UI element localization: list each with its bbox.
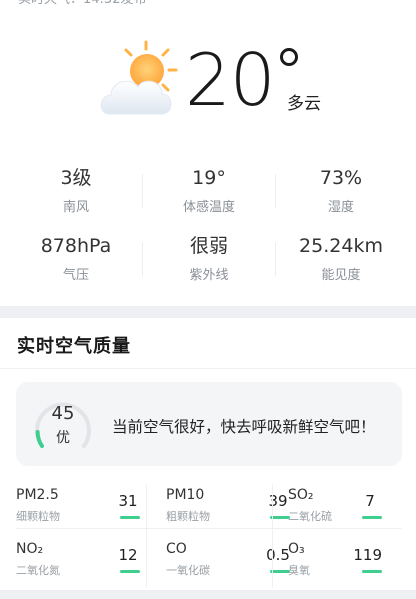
pollutant-value: 39 [268,492,288,510]
pollutant-desc: 一氧化碳 [166,564,210,577]
metric-humidity: 73% 湿度 [272,166,410,215]
pollutant-name: NO₂ [16,541,44,557]
aqi-value: 45 [51,403,75,424]
pollutant-value: 12 [118,546,138,564]
pollutant-value: 119 [353,546,382,564]
metric-label: 体感温度 [182,200,235,215]
metric-value: 878hPa [40,235,112,257]
divider [142,242,143,276]
metric-value: 19° [192,167,226,189]
divider [142,174,143,208]
pollutant-desc: 臭氧 [288,564,310,577]
pollutant-desc: 细颗粒物 [16,510,60,523]
pollutant-level-bar [270,570,290,573]
divider [272,484,273,588]
publish-time: 实时天气：14:32发布 [18,0,146,8]
metric-label: 南风 [62,200,89,215]
air-quality-title: 实时空气质量 [17,336,131,357]
divider [0,368,416,369]
metric-label: 能见度 [321,268,361,283]
pollutant-name: SO₂ [288,487,314,503]
metric-value: 25.24km [299,235,383,257]
pollutant-name: O₃ [288,541,305,557]
pollutant-desc: 二氧化硫 [288,510,332,523]
current-condition: 多云 [287,94,321,114]
pollutant-desc: 粗颗粒物 [166,510,210,523]
metric-uv: 很弱 紫外线 [140,234,278,283]
pollutant-so2: SO₂ 二氧化硫 7 [288,486,382,542]
metric-value: 73% [319,167,363,189]
metric-wind: 3级 南风 [7,166,145,215]
pollutant-level-bar [362,516,382,519]
metric-label: 紫外线 [189,268,229,283]
divider [275,174,276,208]
current-temperature: 20 [185,38,276,122]
pollutant-value: 7 [365,492,375,510]
metric-value: 很弱 [189,235,228,257]
pollutant-name: PM10 [166,487,205,503]
pollutant-o3: O₃ 臭氧 119 [288,540,382,596]
metric-pressure: 878hPa 气压 [7,234,145,283]
pollutant-level-bar [270,516,290,519]
pollutant-name: PM2.5 [16,487,59,503]
pollutant-value: 0.5 [266,546,290,564]
pollutant-no2: NO₂ 二氧化氮 12 [16,540,140,596]
pollutant-value: 31 [118,492,138,510]
metric-value: 3级 [60,167,92,189]
metric-visibility: 25.24km 能见度 [272,234,410,283]
metric-label: 湿度 [327,200,354,215]
air-quality-card[interactable]: 实时空气质量 45 优 当前空气很好，快去呼吸新鲜空气吧！ PM2.5 细颗粒物… [0,318,416,590]
metric-feels-like: 19° 体感温度 [140,166,278,215]
aqi-summary[interactable]: 45 优 当前空气很好，快去呼吸新鲜空气吧！ [16,382,402,466]
pollutant-level-bar [120,570,140,573]
pollutant-pm25: PM2.5 细颗粒物 31 [16,486,140,542]
degree-symbol [280,48,298,66]
metric-label: 气压 [62,268,89,283]
current-weather-card: 实时天气：14:32发布 [0,0,416,306]
divider [146,484,147,588]
pollutant-name: CO [166,541,187,557]
divider [16,528,402,529]
pollutant-level-bar [120,516,140,519]
partly-cloudy-icon [100,40,178,115]
air-quality-message: 当前空气很好，快去呼吸新鲜空气吧！ [112,418,376,436]
pollutant-level-bar [362,570,382,573]
current-weather-hero: 20 多云 [0,34,416,130]
aqi-level: 优 [56,430,70,446]
divider [275,242,276,276]
pollutant-desc: 二氧化氮 [16,564,60,577]
